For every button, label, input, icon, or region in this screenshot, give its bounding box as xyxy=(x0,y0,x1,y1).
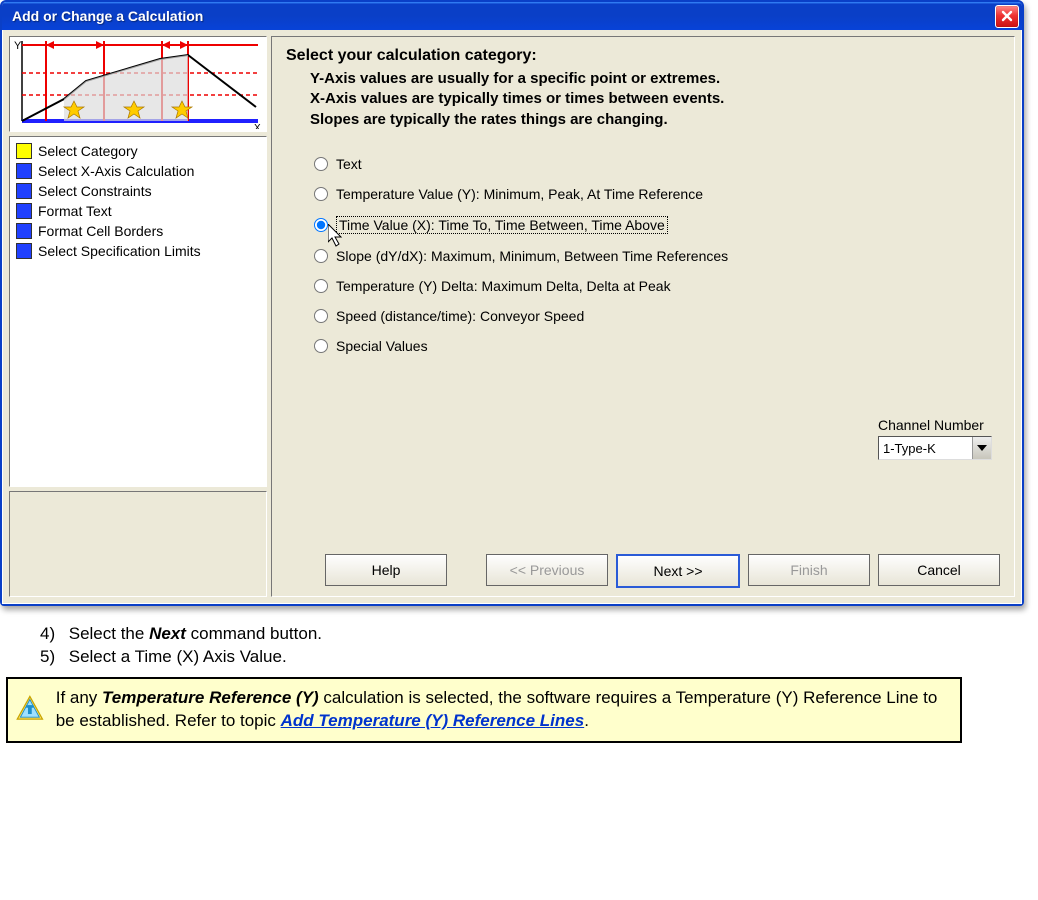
panel-heading: Select your calculation category: xyxy=(286,47,1000,65)
step-swatch-icon xyxy=(16,203,32,219)
window-title: Add or Change a Calculation xyxy=(12,8,995,24)
preview-graphic-icon: Y X xyxy=(10,37,266,129)
channel-dropdown[interactable]: 1-Type-K xyxy=(878,436,992,460)
instruction-step: 5) Select a Time (X) Axis Value. xyxy=(40,647,1038,667)
step-text: Select the Next command button. xyxy=(69,624,322,643)
radio-label: Slope (dY/dX): Maximum, Minimum, Between… xyxy=(336,248,728,264)
radio-time-value[interactable]: Time Value (X): Time To, Time Between, T… xyxy=(314,216,1000,234)
help-button[interactable]: Help xyxy=(325,554,447,586)
wizard-step[interactable]: Format Cell Borders xyxy=(14,221,262,241)
preview-thumbnail: Y X xyxy=(9,36,267,132)
radio-special[interactable]: Special Values xyxy=(314,338,1000,354)
chevron-down-icon xyxy=(972,437,991,459)
radio-input[interactable] xyxy=(314,218,328,232)
panel-subtext: Slopes are typically the rates things ar… xyxy=(310,110,1000,130)
panel-subtext: X-Axis values are typically times or tim… xyxy=(310,89,1000,109)
wizard-step[interactable]: Select Constraints xyxy=(14,181,262,201)
next-button[interactable]: Next >> xyxy=(616,554,740,588)
close-button[interactable] xyxy=(995,5,1019,28)
note-text: If any Temperature Reference (Y) calcula… xyxy=(56,687,950,733)
radio-input[interactable] xyxy=(314,279,328,293)
step-label: Format Text xyxy=(38,203,112,219)
wizard-steps: Select Category Select X-Axis Calculatio… xyxy=(9,136,267,487)
step-swatch-icon xyxy=(16,223,32,239)
radio-input[interactable] xyxy=(314,157,328,171)
category-radio-group: Text Temperature Value (Y): Minimum, Pea… xyxy=(314,156,1000,368)
main-panel: Select your calculation category: Y-Axis… xyxy=(271,36,1015,597)
radio-speed[interactable]: Speed (distance/time): Conveyor Speed xyxy=(314,308,1000,324)
step-swatch-icon xyxy=(16,163,32,179)
radio-label: Temperature (Y) Delta: Maximum Delta, De… xyxy=(336,278,671,294)
instruction-list: 4) Select the Next command button. 5) Se… xyxy=(40,624,1038,667)
channel-number-field: Channel Number 1-Type-K xyxy=(878,417,992,460)
client-area: Y X xyxy=(2,30,1022,604)
radio-temperature-value[interactable]: Temperature Value (Y): Minimum, Peak, At… xyxy=(314,186,1000,202)
titlebar: Add or Change a Calculation xyxy=(2,2,1022,30)
step-label: Format Cell Borders xyxy=(38,223,163,239)
step-swatch-icon xyxy=(16,243,32,259)
step-number: 5) xyxy=(40,647,64,667)
radio-input[interactable] xyxy=(314,249,328,263)
sidebar: Y X xyxy=(9,36,267,597)
radio-label: Special Values xyxy=(336,338,428,354)
wizard-step[interactable]: Select Specification Limits xyxy=(14,241,262,261)
sidebar-info-box xyxy=(9,491,267,597)
channel-label: Channel Number xyxy=(878,417,992,433)
panel-subtext: Y-Axis values are usually for a specific… xyxy=(310,69,1000,89)
step-label: Select Constraints xyxy=(38,183,152,199)
step-text: Select a Time (X) Axis Value. xyxy=(69,647,287,666)
radio-temperature-delta[interactable]: Temperature (Y) Delta: Maximum Delta, De… xyxy=(314,278,1000,294)
svg-text:X: X xyxy=(254,123,261,129)
wizard-step[interactable]: Select Category xyxy=(14,141,262,161)
cancel-button[interactable]: Cancel xyxy=(878,554,1000,586)
radio-label: Time Value (X): Time To, Time Between, T… xyxy=(336,216,668,234)
finish-button[interactable]: Finish xyxy=(748,554,870,586)
step-label: Select X-Axis Calculation xyxy=(38,163,194,179)
step-label: Select Specification Limits xyxy=(38,243,201,259)
step-label: Select Category xyxy=(38,143,138,159)
instruction-step: 4) Select the Next command button. xyxy=(40,624,1038,644)
radio-input[interactable] xyxy=(314,187,328,201)
dialog-window: Add or Change a Calculation Y X xyxy=(0,0,1024,606)
dropdown-value: 1-Type-K xyxy=(879,441,972,456)
radio-slope[interactable]: Slope (dY/dX): Maximum, Minimum, Between… xyxy=(314,248,1000,264)
wizard-step[interactable]: Format Text xyxy=(14,201,262,221)
wizard-step[interactable]: Select X-Axis Calculation xyxy=(14,161,262,181)
wizard-button-row: Help << Previous Next >> Finish Cancel xyxy=(286,546,1000,588)
svg-text:Y: Y xyxy=(14,40,22,52)
radio-label: Text xyxy=(336,156,362,172)
step-number: 4) xyxy=(40,624,64,644)
radio-input[interactable] xyxy=(314,339,328,353)
tip-icon xyxy=(16,687,44,731)
step-swatch-icon xyxy=(16,143,32,159)
note-callout: If any Temperature Reference (Y) calcula… xyxy=(6,677,962,743)
previous-button[interactable]: << Previous xyxy=(486,554,608,586)
radio-label: Temperature Value (Y): Minimum, Peak, At… xyxy=(336,186,703,202)
radio-label: Speed (distance/time): Conveyor Speed xyxy=(336,308,584,324)
step-swatch-icon xyxy=(16,183,32,199)
note-link[interactable]: Add Temperature (Y) Reference Lines xyxy=(281,711,585,730)
close-icon xyxy=(1001,10,1013,22)
radio-input[interactable] xyxy=(314,309,328,323)
radio-text[interactable]: Text xyxy=(314,156,1000,172)
